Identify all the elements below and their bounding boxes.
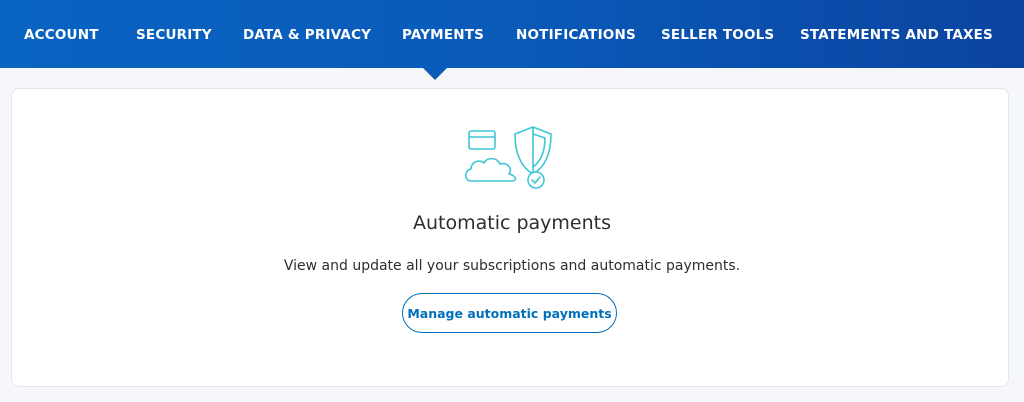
cloud-card-shield-check-icon bbox=[464, 126, 552, 189]
nav-tab-data-privacy[interactable]: DATA & PRIVACY bbox=[243, 27, 371, 43]
active-tab-indicator bbox=[423, 68, 447, 80]
nav-tab-security[interactable]: SECURITY bbox=[136, 27, 212, 43]
nav-tab-payments[interactable]: PAYMENTS bbox=[402, 27, 484, 43]
nav-tab-statements-and-taxes[interactable]: STATEMENTS AND TAXES bbox=[800, 27, 993, 43]
nav-tab-seller-tools[interactable]: SELLER TOOLS bbox=[661, 27, 774, 43]
card-description: View and update all your subscriptions a… bbox=[283, 258, 741, 274]
nav-tab-notifications[interactable]: NOTIFICATIONS bbox=[516, 27, 636, 43]
top-navigation-bar: ACCOUNT SECURITY DATA & PRIVACY PAYMENTS… bbox=[0, 0, 1024, 68]
nav-tab-account[interactable]: ACCOUNT bbox=[24, 27, 99, 43]
card-title: Automatic payments bbox=[412, 212, 611, 234]
manage-automatic-payments-button[interactable]: Manage automatic payments bbox=[402, 293, 617, 333]
